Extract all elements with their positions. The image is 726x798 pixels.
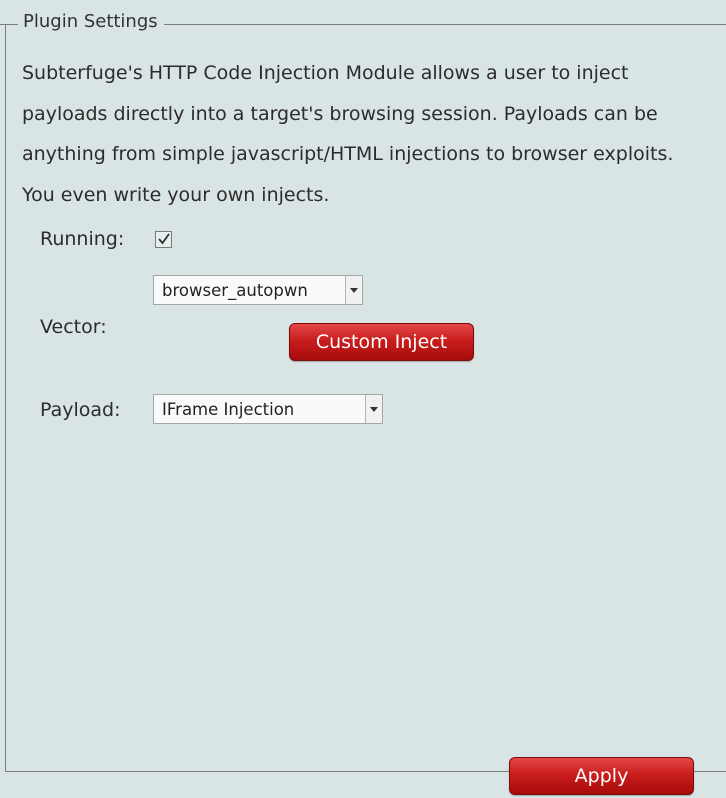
running-checkbox[interactable]	[155, 231, 172, 248]
vector-select[interactable]: browser_autopwn	[153, 275, 363, 305]
chevron-down-icon	[365, 395, 382, 423]
running-label: Running:	[40, 228, 125, 250]
payload-select[interactable]: IFrame Injection	[153, 394, 383, 424]
checkmark-icon	[158, 233, 170, 245]
payload-select-value: IFrame Injection	[162, 400, 295, 419]
payload-label: Payload:	[40, 399, 121, 421]
vector-label: Vector:	[40, 316, 107, 338]
plugin-settings-legend: Plugin Settings	[18, 11, 164, 32]
custom-inject-button[interactable]: Custom Inject	[289, 323, 474, 361]
fieldset-border-dash	[0, 24, 8, 25]
module-description: Subterfuge's HTTP Code Injection Module …	[22, 62, 674, 206]
vector-select-value: browser_autopwn	[162, 281, 308, 300]
chevron-down-icon	[345, 276, 362, 304]
apply-button[interactable]: Apply	[509, 757, 694, 795]
